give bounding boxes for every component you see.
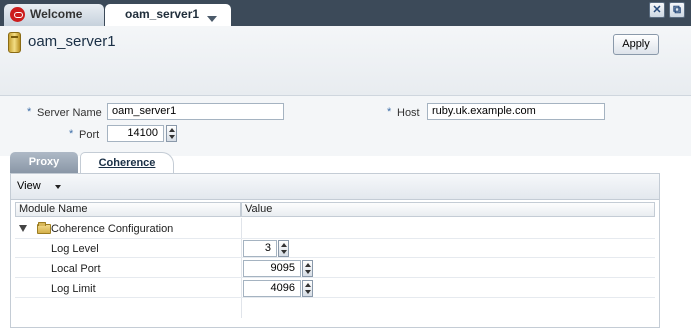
- local-port-field[interactable]: 9095: [243, 260, 301, 277]
- required-marker: *: [69, 128, 74, 140]
- table-row[interactable]: Log Limit 4096: [15, 279, 655, 298]
- page-title: oam_server1: [28, 33, 116, 50]
- log-level-stepper[interactable]: [278, 240, 289, 257]
- expand-toggle-icon[interactable]: [19, 225, 27, 232]
- table-toolbar: View: [11, 174, 659, 200]
- section-tab-bar: Proxy Coherence: [0, 152, 691, 174]
- row-name: Local Port: [51, 263, 101, 275]
- host-label: Host: [397, 107, 420, 119]
- host-field[interactable]: ruby.uk.example.com: [427, 103, 605, 120]
- port-field[interactable]: 14100: [107, 125, 164, 142]
- close-icon[interactable]: ✕: [649, 2, 665, 18]
- port-stepper[interactable]: [166, 125, 177, 142]
- tab-welcome-label: Welcome: [30, 7, 83, 21]
- apply-button[interactable]: Apply: [613, 34, 659, 55]
- table-row[interactable]: Log Level 3: [15, 239, 655, 258]
- tab-welcome[interactable]: Welcome: [4, 4, 104, 26]
- oracle-logo-icon: [10, 7, 25, 22]
- tab-coherence[interactable]: Coherence: [80, 152, 174, 174]
- chevron-down-icon[interactable]: [55, 185, 61, 189]
- log-level-field[interactable]: 3: [243, 240, 277, 257]
- tab-oam-server1[interactable]: oam_server1: [105, 4, 231, 26]
- column-header-module-name[interactable]: Module Name: [15, 202, 241, 217]
- coherence-panel: View Module Name Value Coherence Configu…: [10, 173, 660, 328]
- port-label: Port: [79, 129, 100, 141]
- tab-oam-server1-label: oam_server1: [125, 7, 200, 21]
- local-port-stepper[interactable]: [302, 260, 313, 277]
- log-limit-field[interactable]: 4096: [243, 280, 301, 297]
- server-icon: [8, 32, 21, 53]
- table-row[interactable]: Coherence Configuration: [15, 220, 655, 239]
- column-header-value[interactable]: Value: [241, 202, 655, 217]
- required-marker: *: [27, 106, 32, 118]
- group-label: Coherence Configuration: [51, 223, 174, 235]
- server-name-label: Server Name: [37, 107, 102, 119]
- document-tab-bar: Welcome oam_server1 ✕ ⧉: [0, 0, 691, 26]
- folder-icon: [37, 222, 51, 234]
- tab-menu-chevron-icon[interactable]: [207, 16, 217, 22]
- server-name-field[interactable]: oam_server1: [107, 103, 284, 120]
- tab-proxy[interactable]: Proxy: [10, 152, 78, 174]
- detach-window-icon[interactable]: ⧉: [669, 2, 685, 18]
- view-menu-button[interactable]: View: [17, 180, 41, 192]
- table-row[interactable]: Local Port 9095: [15, 259, 655, 278]
- row-name: Log Limit: [51, 283, 96, 295]
- row-name: Log Level: [51, 243, 99, 255]
- log-limit-stepper[interactable]: [302, 280, 313, 297]
- required-marker: *: [387, 106, 392, 118]
